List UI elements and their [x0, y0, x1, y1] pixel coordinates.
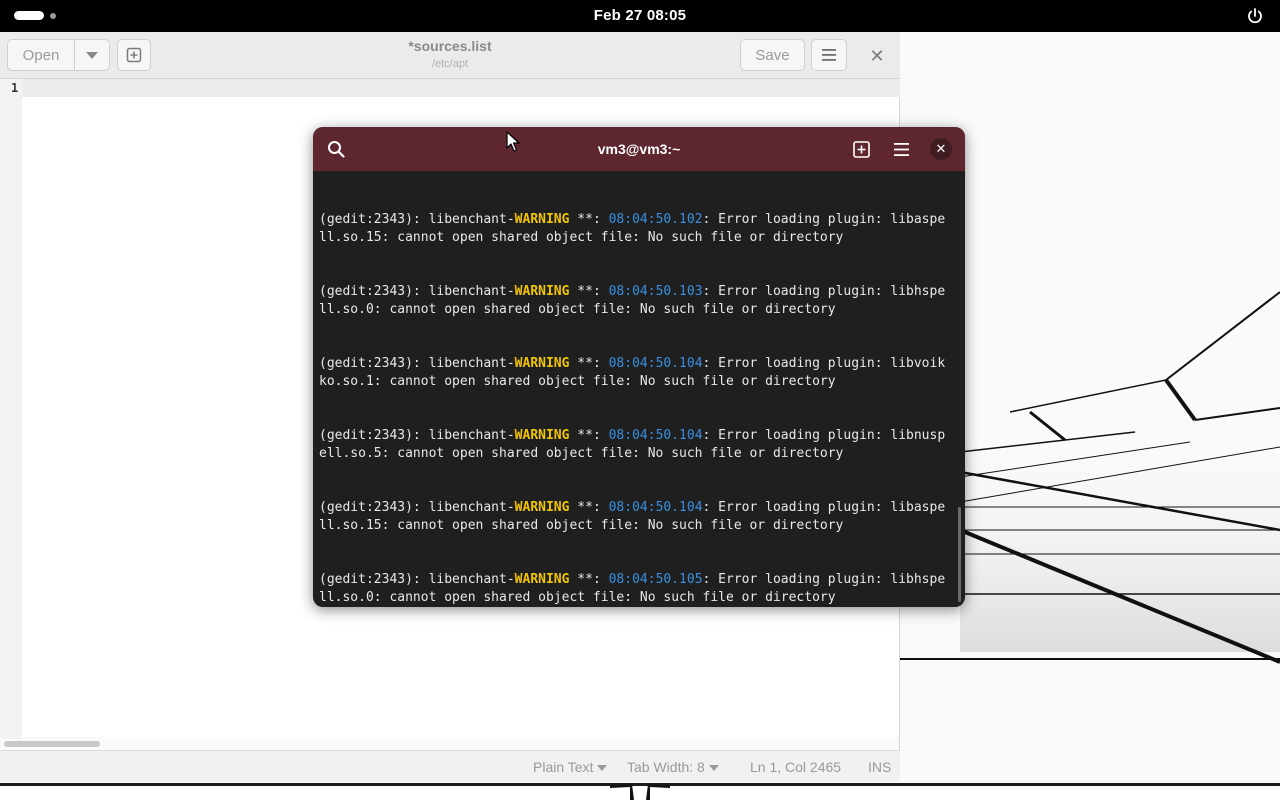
log-line-continuation: ll.so.0: cannot open shared object file:… — [319, 302, 836, 317]
log-timestamp: 08:04:50.104 — [608, 500, 703, 515]
open-dropdown-button[interactable] — [74, 39, 110, 71]
current-line-highlight — [0, 79, 900, 97]
log-separator: **: — [569, 284, 609, 299]
log-message: : Error loading plugin: libaspe — [702, 212, 946, 227]
log-level: WARNING — [514, 500, 570, 515]
log-line: (gedit:2343): libenchant-WARNING **: 08:… — [319, 499, 959, 517]
terminal-headerbar: vm3@vm3:~ ✕ — [313, 127, 965, 171]
terminal-scrollbar[interactable] — [958, 507, 961, 602]
log-line: (gedit:2343): libenchant-WARNING **: 08:… — [319, 211, 959, 229]
log-separator: **: — [569, 428, 609, 443]
log-separator: **: — [569, 572, 609, 587]
language-label: Plain Text — [533, 759, 594, 775]
top-bar: Feb 27 08:05 — [0, 0, 1280, 32]
log-level: WARNING — [514, 428, 570, 443]
close-icon: ✕ — [935, 141, 947, 156]
terminal-window: vm3@vm3:~ ✕ (gedit:2343): libenchant-WAR… — [313, 127, 965, 607]
log-timestamp: 08:04:50.104 — [608, 428, 703, 443]
terminal-lines: (gedit:2343): libenchant-WARNING **: 08:… — [319, 211, 959, 607]
main-menu-button[interactable] — [811, 39, 847, 71]
new-tab-icon — [126, 47, 142, 63]
log-level: WARNING — [514, 212, 570, 227]
log-message: : Error loading plugin: libhspe — [702, 572, 946, 587]
close-window-button[interactable]: ✕ — [862, 44, 892, 68]
horizontal-scrollbar[interactable] — [4, 741, 100, 747]
log-line-continuation: ll.so.15: cannot open shared object file… — [319, 518, 844, 533]
log-prefix: (gedit:2343): libenchant- — [319, 212, 515, 227]
log-message: : Error loading plugin: libnusp — [702, 428, 946, 443]
line-number: 1 — [11, 81, 19, 95]
save-button[interactable]: Save — [740, 39, 805, 71]
hamburger-icon[interactable] — [893, 141, 910, 158]
log-line-continuation: ll.so.0: cannot open shared object file:… — [319, 590, 836, 605]
log-level: WARNING — [514, 284, 570, 299]
log-separator: **: — [569, 212, 609, 227]
log-message: : Error loading plugin: libhspe — [702, 284, 946, 299]
log-level: WARNING — [514, 572, 570, 587]
document-path: /etc/apt — [431, 58, 469, 70]
status-bar: Plain Text Tab Width: 8 Ln 1, Col 2465 I… — [0, 750, 900, 782]
log-level: WARNING — [514, 356, 570, 371]
chevron-down-icon — [597, 765, 608, 772]
power-icon[interactable] — [1246, 7, 1264, 25]
log-prefix: (gedit:2343): libenchant- — [319, 284, 515, 299]
mouse-pointer-icon — [506, 131, 520, 152]
line-number-gutter — [0, 79, 22, 739]
log-timestamp: 08:04:50.104 — [608, 356, 703, 371]
hamburger-icon — [822, 49, 836, 61]
cursor-position[interactable]: Ln 1, Col 2465 — [750, 759, 841, 775]
log-line-continuation: ko.so.1: cannot open shared object file:… — [319, 374, 836, 389]
gedit-headerbar: Open *sources.list /etc/apt Save ✕ — [0, 32, 900, 79]
open-button[interactable]: Open — [7, 39, 75, 71]
log-line: (gedit:2343): libenchant-WARNING **: 08:… — [319, 355, 959, 373]
log-separator: **: — [569, 500, 609, 515]
log-prefix: (gedit:2343): libenchant- — [319, 428, 515, 443]
clock[interactable]: Feb 27 08:05 — [0, 7, 1280, 24]
log-line-continuation: ll.so.15: cannot open shared object file… — [319, 230, 844, 245]
log-message: : Error loading plugin: libaspe — [702, 500, 946, 515]
log-prefix: (gedit:2343): libenchant- — [319, 500, 515, 515]
log-prefix: (gedit:2343): libenchant- — [319, 356, 515, 371]
new-tab-icon[interactable] — [853, 141, 870, 158]
language-selector[interactable]: Plain Text — [533, 759, 608, 775]
log-line: (gedit:2343): libenchant-WARNING **: 08:… — [319, 427, 959, 445]
tab-width-selector[interactable]: Tab Width: 8 — [627, 759, 719, 775]
chevron-down-icon — [708, 765, 719, 772]
log-message: : Error loading plugin: libvoik — [702, 356, 946, 371]
log-line: (gedit:2343): libenchant-WARNING **: 08:… — [319, 571, 959, 589]
document-title: *sources.list — [408, 38, 492, 54]
log-line: (gedit:2343): libenchant-WARNING **: 08:… — [319, 283, 959, 301]
log-timestamp: 08:04:50.103 — [608, 284, 703, 299]
close-terminal-button[interactable]: ✕ — [930, 138, 952, 160]
new-tab-button[interactable] — [117, 39, 151, 71]
close-icon: ✕ — [869, 46, 885, 66]
log-separator: **: — [569, 356, 609, 371]
tab-width-label: Tab Width: 8 — [627, 759, 705, 775]
insert-mode-indicator: INS — [868, 759, 892, 775]
log-prefix: (gedit:2343): libenchant- — [319, 572, 515, 587]
log-timestamp: 08:04:50.102 — [608, 212, 703, 227]
log-timestamp: 08:04:50.105 — [608, 572, 703, 587]
chevron-down-icon — [86, 51, 98, 59]
terminal-output[interactable]: (gedit:2343): libenchant-WARNING **: 08:… — [319, 175, 959, 605]
log-line-continuation: ell.so.5: cannot open shared object file… — [319, 446, 844, 461]
dock-handle-icon[interactable] — [610, 780, 670, 800]
